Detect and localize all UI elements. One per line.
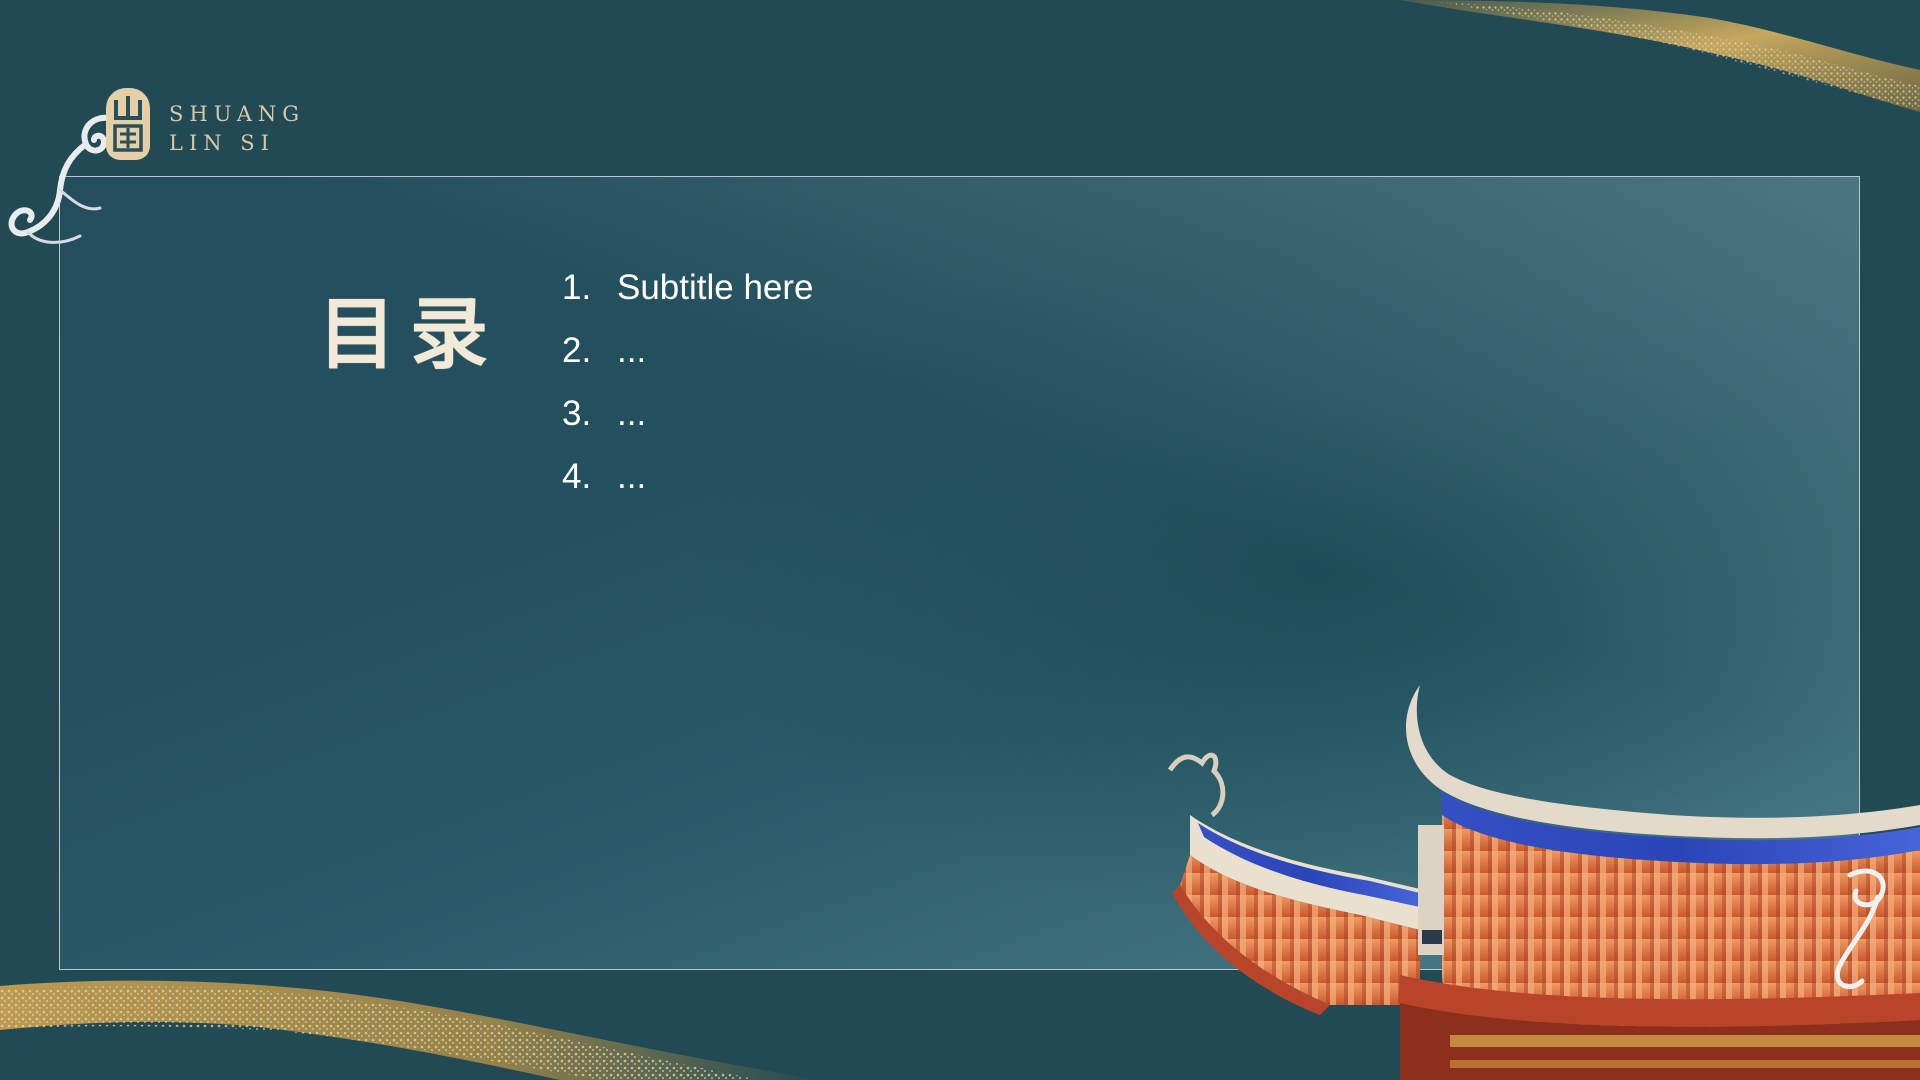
slide: SHUANG LIN SI 目录 1. Subtitle here 2. ...… xyxy=(0,0,1920,1080)
brand-line-1: SHUANG xyxy=(169,102,306,126)
toc-item-number: 1. xyxy=(562,267,592,307)
brand-wordmark: SHUANG LIN SI xyxy=(169,100,305,158)
temple-roof-illustration xyxy=(1167,685,1920,1080)
toc-item-3[interactable]: 3. ... xyxy=(562,382,814,445)
brand-seal-logo xyxy=(106,88,150,160)
cloud-swirl-icon xyxy=(8,114,111,244)
toc-item-number: 4. xyxy=(562,456,592,496)
toc-list: 1. Subtitle here 2. ... 3. ... 4. ... xyxy=(562,256,814,508)
gold-sand-bottom-left xyxy=(0,980,820,1080)
toc-item-4[interactable]: 4. ... xyxy=(562,445,814,508)
gold-sand-top-right xyxy=(1400,0,1920,112)
toc-item-number: 2. xyxy=(562,330,592,370)
toc-item-label: ... xyxy=(617,456,647,496)
toc-item-label: ... xyxy=(617,330,647,370)
toc-title: 目录 xyxy=(318,289,503,380)
brand-line-2: LIN SI xyxy=(169,131,275,155)
toc-item-1[interactable]: 1. Subtitle here xyxy=(562,256,814,319)
toc-item-label: ... xyxy=(617,393,647,433)
toc-item-number: 3. xyxy=(562,393,592,433)
toc-item-2[interactable]: 2. ... xyxy=(562,319,814,382)
toc-item-label: Subtitle here xyxy=(617,267,814,307)
